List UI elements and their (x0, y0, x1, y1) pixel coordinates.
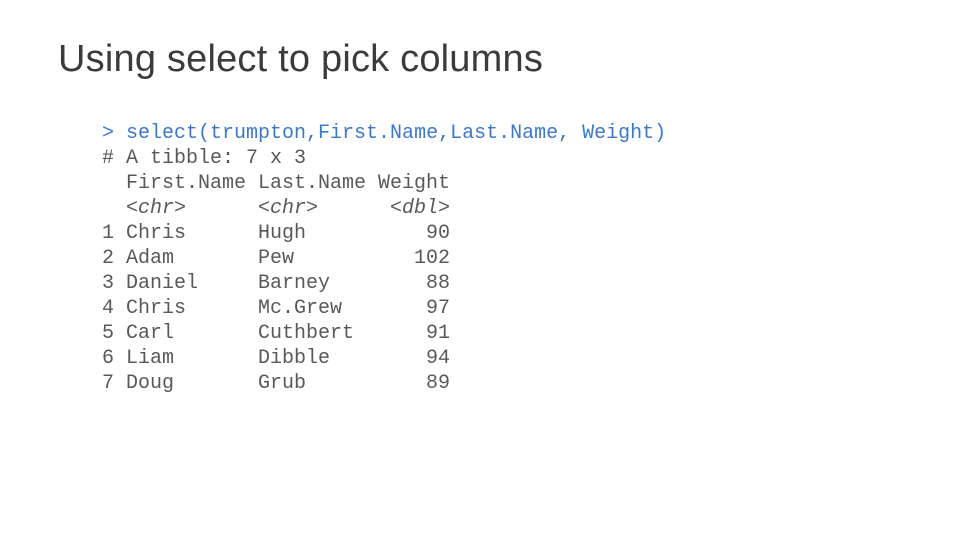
table-header-row: First.Name Last.Name Weight (102, 172, 450, 195)
table-row: 1 Chris Hugh 90 (102, 222, 450, 245)
table-types-row: <chr> <chr> <dbl> (102, 197, 450, 220)
table-row: 2 Adam Pew 102 (102, 247, 450, 270)
r-prompt: > (102, 122, 126, 145)
slide-title: Using select to pick columns (58, 38, 902, 81)
table-row: 5 Carl Cuthbert 91 (102, 322, 450, 345)
table-row: 3 Daniel Barney 88 (102, 272, 450, 295)
code-block: > select(trumpton,First.Name,Last.Name, … (102, 121, 902, 396)
tibble-summary: # A tibble: 7 x 3 (102, 147, 306, 170)
r-command: select(trumpton,First.Name,Last.Name, We… (126, 122, 666, 145)
slide: Using select to pick columns > select(tr… (0, 0, 960, 540)
table-row: 6 Liam Dibble 94 (102, 347, 450, 370)
table-row: 4 Chris Mc.Grew 97 (102, 297, 450, 320)
table-row: 7 Doug Grub 89 (102, 372, 450, 395)
